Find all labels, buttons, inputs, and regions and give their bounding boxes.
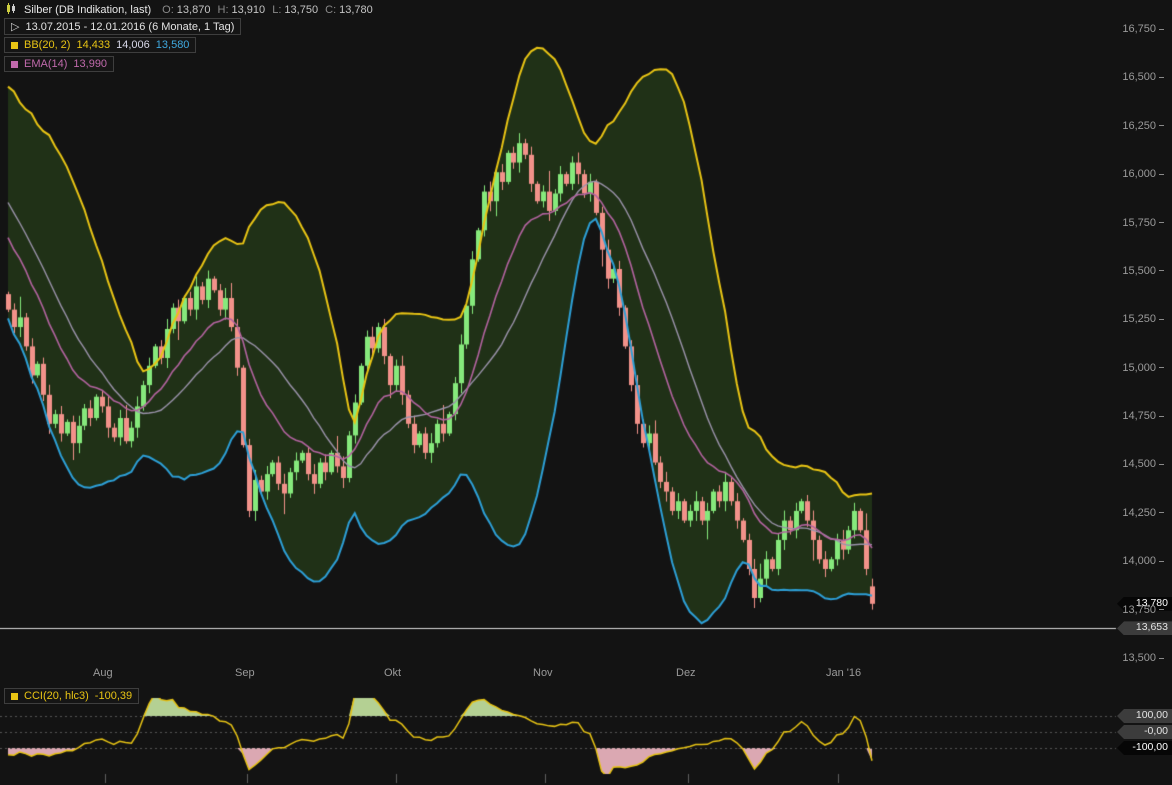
chart-type-icon: [6, 3, 17, 17]
bb-upper-value: 14,433: [76, 39, 110, 51]
close-value: 13,780: [339, 4, 373, 16]
ema-value: 13,990: [73, 58, 107, 70]
y-axis-label: 14,500: [1114, 457, 1164, 471]
chart-canvas[interactable]: [0, 0, 1172, 785]
cci-label: CCI(20, hlc3): [24, 690, 89, 702]
cci-level-badge: 100,00: [1117, 709, 1172, 723]
y-axis-tick: [1159, 609, 1164, 610]
y-axis-label: 15,500: [1114, 264, 1164, 278]
chart-header: Silber (DB Indikation, last) O:13,870 H:…: [6, 3, 373, 17]
y-axis-label: 16,750: [1114, 22, 1164, 36]
instrument-title: Silber (DB Indikation, last): [24, 4, 151, 16]
cci-level-badge: -0,00: [1117, 725, 1172, 739]
period-label: 13.07.2015 - 12.01.2016 (6 Monate, 1 Tag…: [25, 21, 234, 33]
ohlc-readout: O:13,870 H:13,910 L:13,750 C:13,780: [158, 4, 373, 16]
high-value: 13,910: [232, 4, 266, 16]
y-axis-tick: [1159, 658, 1164, 659]
x-axis-label: Aug: [93, 667, 113, 679]
low-label: L:: [272, 4, 281, 16]
cci-value: -100,39: [95, 690, 132, 702]
close-label: C:: [325, 4, 336, 16]
y-axis-label: 16,250: [1114, 119, 1164, 133]
reference-price-badge: 13,653: [1117, 621, 1172, 635]
y-axis-label: 13,500: [1114, 651, 1164, 665]
x-axis-label: Dez: [676, 667, 696, 679]
y-axis-tick: [1159, 561, 1164, 562]
bb-color-swatch: [11, 42, 18, 49]
y-axis-label: 13,750: [1114, 603, 1164, 617]
ema-color-swatch: [11, 61, 18, 68]
y-axis-label: 15,250: [1114, 312, 1164, 326]
high-label: H:: [218, 4, 229, 16]
chart-application: Silber (DB Indikation, last) O:13,870 H:…: [0, 0, 1172, 785]
y-axis-label: 16,000: [1114, 167, 1164, 181]
x-axis-label: Sep: [235, 667, 255, 679]
cci-level-badge: -100,00: [1117, 741, 1172, 755]
cci-color-swatch: [11, 693, 18, 700]
period-box[interactable]: ▷︎ 13.07.2015 - 12.01.2016 (6 Monate, 1 …: [4, 18, 241, 35]
ema-label: EMA(14): [24, 58, 67, 70]
low-value: 13,750: [284, 4, 318, 16]
x-axis-label: Nov: [533, 667, 553, 679]
y-axis-tick: [1159, 270, 1164, 271]
y-axis-tick: [1159, 125, 1164, 126]
y-axis-tick: [1159, 464, 1164, 465]
open-label: O:: [162, 4, 174, 16]
y-axis-tick: [1159, 512, 1164, 513]
ema-legend-box[interactable]: EMA(14) 13,990: [4, 56, 114, 72]
y-axis-label: 15,000: [1114, 361, 1164, 375]
y-axis-tick: [1159, 222, 1164, 223]
y-axis-label: 16,500: [1114, 70, 1164, 84]
open-value: 13,870: [177, 4, 211, 16]
cci-legend-box[interactable]: CCI(20, hlc3) -100,39: [4, 688, 139, 704]
bb-middle-value: 14,006: [116, 39, 150, 51]
bb-legend-box[interactable]: BB(20, 2) 14,433 14,006 13,580: [4, 37, 196, 53]
y-axis-tick: [1159, 174, 1164, 175]
y-axis-label: 14,000: [1114, 554, 1164, 568]
clock-icon: ▷︎: [11, 20, 19, 33]
bb-lower-value: 13,580: [156, 39, 190, 51]
y-axis-tick: [1159, 29, 1164, 30]
y-axis-label: 14,750: [1114, 409, 1164, 423]
y-axis-tick: [1159, 77, 1164, 78]
y-axis-tick: [1159, 367, 1164, 368]
y-axis-tick: [1159, 319, 1164, 320]
y-axis-tick: [1159, 416, 1164, 417]
x-axis-label: Jan '16: [826, 667, 861, 679]
bb-label: BB(20, 2): [24, 39, 70, 51]
x-axis-label: Okt: [384, 667, 401, 679]
y-axis-label: 15,750: [1114, 216, 1164, 230]
y-axis-label: 14,250: [1114, 506, 1164, 520]
